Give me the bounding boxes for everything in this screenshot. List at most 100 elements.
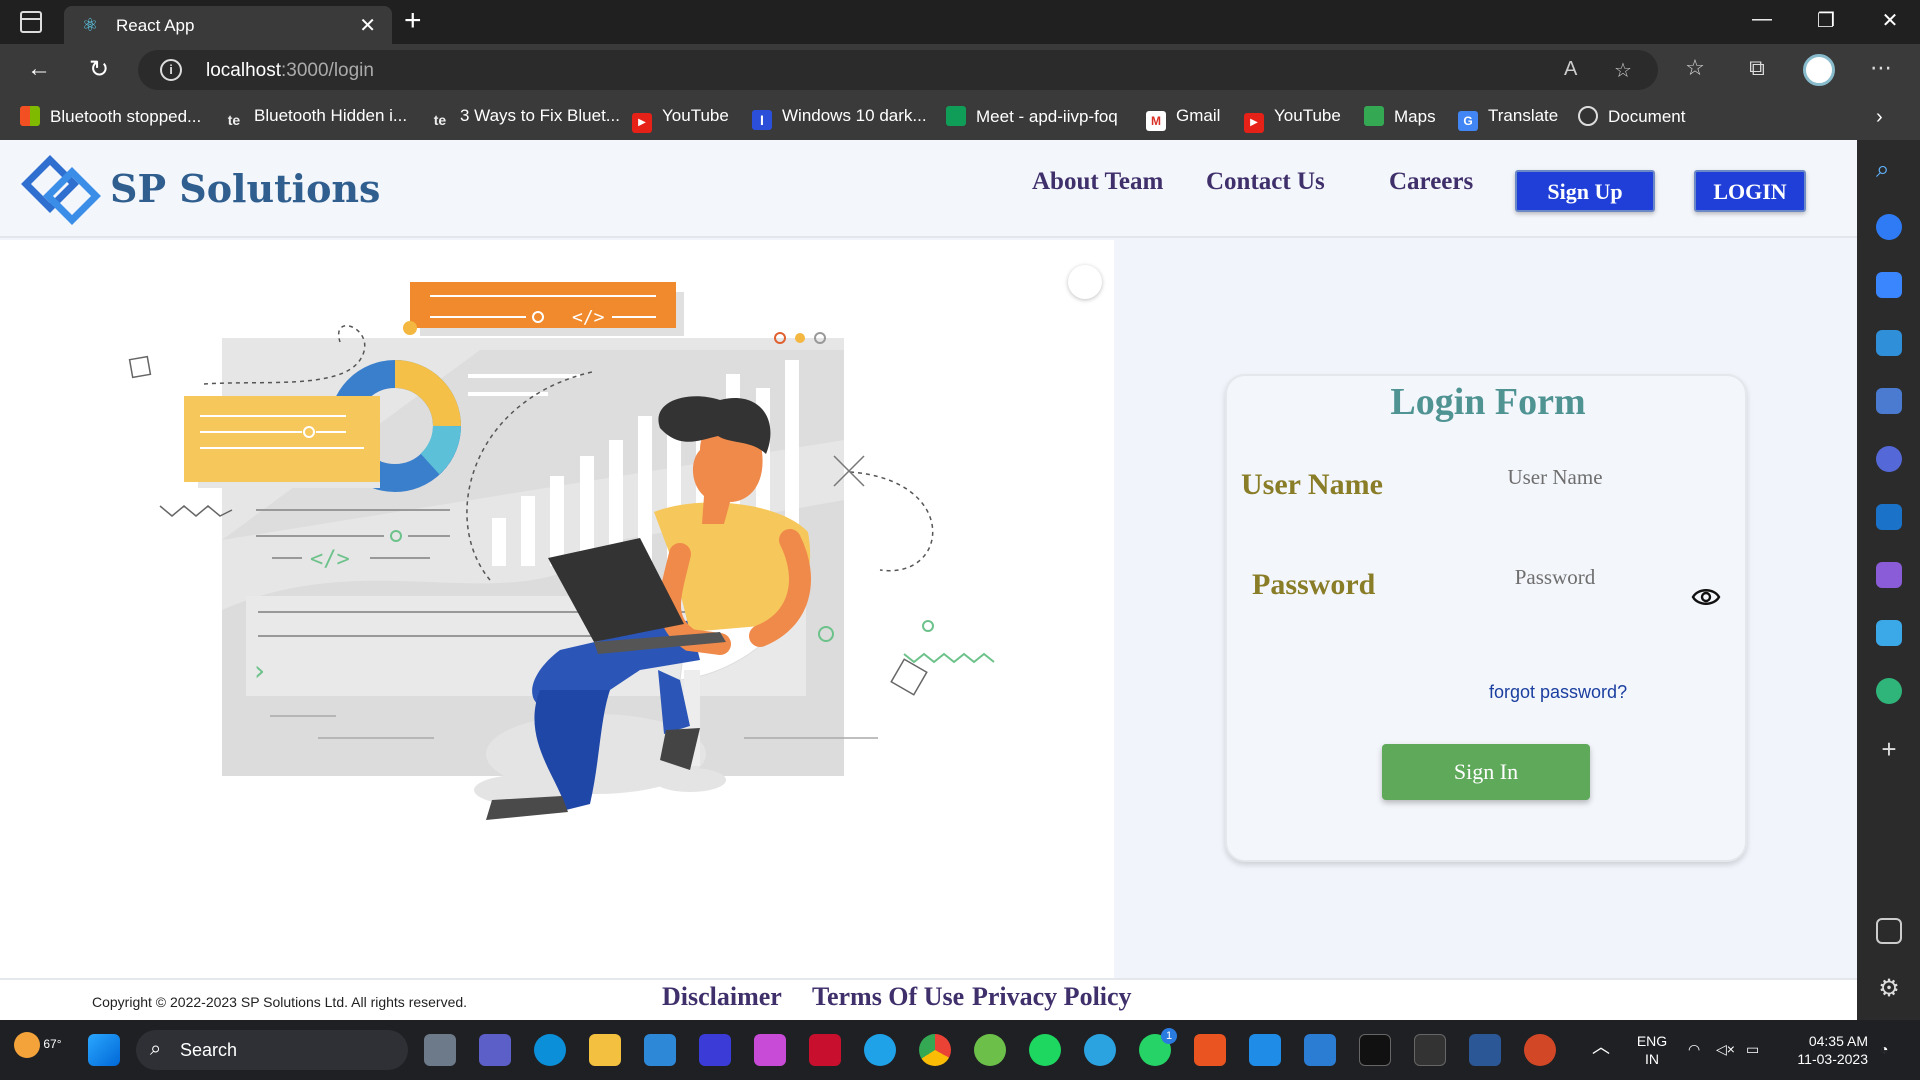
designer-icon[interactable]	[1876, 562, 1902, 588]
office-icon[interactable]	[1876, 446, 1902, 472]
add-favorite-icon[interactable]: ☆	[1614, 58, 1632, 83]
chevron-right-icon[interactable]: ›	[1876, 106, 1883, 129]
new-tab-icon[interactable]: +	[404, 6, 422, 36]
url-text[interactable]: localhost:3000/login	[206, 60, 374, 82]
bookmark-item[interactable]: ▶ YouTube	[632, 106, 729, 133]
temperature: 67°	[43, 1037, 62, 1052]
copyright-text: Copyright © 2022-2023 SP Solutions Ltd. …	[92, 994, 468, 1010]
back-icon[interactable]: ←	[22, 55, 56, 83]
add-icon[interactable]: +	[1876, 736, 1902, 762]
bookmark-item[interactable]: Bluetooth stopped...	[20, 106, 201, 127]
browser-tab[interactable]: ⚛ React App ✕	[64, 6, 392, 44]
bookmark-item[interactable]: M Gmail	[1146, 106, 1220, 131]
notification-icon[interactable]: ◔	[1880, 1040, 1888, 1058]
outlook-icon[interactable]	[1876, 504, 1902, 530]
volume-icon[interactable]: ◁×	[1716, 1040, 1735, 1058]
address-bar[interactable]: i localhost:3000/login A ☆	[138, 50, 1658, 90]
store-icon[interactable]	[644, 1034, 676, 1066]
bookmark-item[interactable]: I Windows 10 dark...	[752, 106, 927, 130]
web-page: SP Solutions About Team Contact Us Caree…	[0, 140, 1857, 1020]
favorites-icon[interactable]: ☆	[1678, 55, 1712, 81]
footer-terms-link[interactable]: Terms Of Use	[812, 982, 964, 1012]
svg-text:</>: </>	[572, 307, 605, 328]
nav-contact-us[interactable]: Contact Us	[1206, 168, 1325, 196]
sign-in-button[interactable]: Sign In	[1382, 744, 1590, 800]
close-tab-icon[interactable]: ✕	[359, 13, 376, 38]
footer-disclaimer-link[interactable]: Disclaimer	[662, 982, 782, 1012]
teams-icon[interactable]	[479, 1034, 511, 1066]
telegram-icon[interactable]	[1084, 1034, 1116, 1066]
brand-name[interactable]: SP Solutions	[110, 166, 380, 211]
file-explorer-icon[interactable]	[589, 1034, 621, 1066]
nav-careers[interactable]: Careers	[1389, 168, 1473, 196]
show-password-eye-icon[interactable]	[1691, 582, 1721, 612]
bookmark-item[interactable]: G Translate	[1458, 106, 1558, 131]
password-input[interactable]	[1435, 556, 1675, 598]
app-icon[interactable]	[699, 1034, 731, 1066]
settings-icon[interactable]: ⚙	[1876, 976, 1902, 1002]
language-code: ENG	[1636, 1033, 1668, 1049]
spotify-icon[interactable]	[1029, 1034, 1061, 1066]
collections-icon[interactable]: ⧉	[1740, 55, 1774, 81]
tab-actions-icon[interactable]	[20, 11, 42, 33]
visual-search-icon[interactable]	[1068, 265, 1102, 299]
meet-icon	[946, 106, 966, 126]
spring-icon[interactable]	[974, 1034, 1006, 1066]
vscode-icon[interactable]	[1304, 1034, 1336, 1066]
whatsapp-icon[interactable]: 1	[1139, 1028, 1177, 1066]
start-icon[interactable]	[88, 1034, 120, 1066]
close-window-icon[interactable]: ✕	[1870, 8, 1910, 33]
taskbar-search[interactable]: ⌕ Search	[136, 1030, 408, 1070]
language-indicator[interactable]: ENG IN	[1632, 1032, 1672, 1068]
bing-icon[interactable]	[1876, 214, 1902, 240]
search-icon[interactable]: ⌕	[1876, 156, 1902, 183]
bookmark-item[interactable]: te 3 Ways to Fix Bluet...	[430, 106, 620, 130]
site-info-icon[interactable]: i	[160, 59, 182, 81]
username-label: User Name	[1241, 468, 1383, 501]
restore-icon[interactable]: ❐	[1806, 8, 1846, 33]
bookmark-item[interactable]: ▶ YouTube	[1244, 106, 1341, 133]
app-icon[interactable]	[754, 1034, 786, 1066]
bing-icon[interactable]	[1249, 1034, 1281, 1066]
forgot-password-link[interactable]: forgot password?	[1489, 682, 1627, 703]
browser-titlebar: ⚛ React App ✕ + — ❐ ✕	[0, 0, 1920, 44]
te-icon: te	[227, 112, 241, 128]
nav-about-team[interactable]: About Team	[1032, 168, 1163, 196]
send-icon[interactable]	[1876, 620, 1902, 646]
more-icon[interactable]: ⋯	[1864, 55, 1898, 81]
powerpoint-icon[interactable]	[1524, 1034, 1556, 1066]
sign-up-button[interactable]: Sign Up	[1515, 170, 1655, 212]
read-aloud-icon[interactable]: A	[1564, 58, 1577, 81]
minimize-icon[interactable]: —	[1742, 8, 1782, 31]
bookmark-item[interactable]: te Bluetooth Hidden i...	[224, 106, 407, 130]
bookmark-item[interactable]: Meet - apd-iivp-foq	[946, 106, 1118, 127]
refresh-icon[interactable]: ↻	[82, 55, 116, 84]
terminal-icon[interactable]	[1359, 1034, 1391, 1066]
login-button[interactable]: LOGIN	[1694, 170, 1806, 212]
youtube-icon: ▶	[632, 113, 652, 133]
profile-avatar[interactable]	[1803, 54, 1835, 86]
brand-logo-icon[interactable]	[20, 154, 104, 226]
battery-icon[interactable]: ▭	[1746, 1040, 1759, 1058]
footer-privacy-link[interactable]: Privacy Policy	[972, 982, 1132, 1012]
edge-icon[interactable]	[864, 1034, 896, 1066]
mysql-icon[interactable]	[1414, 1034, 1446, 1066]
clock[interactable]: 04:35 AM 11-03-2023	[1778, 1032, 1868, 1068]
wifi-icon[interactable]: ◠	[1688, 1040, 1700, 1058]
bookmark-item[interactable]: Document	[1578, 106, 1685, 127]
chevron-up-icon[interactable]: ︿	[1592, 1038, 1610, 1056]
games-icon[interactable]	[1876, 388, 1902, 414]
tree-icon[interactable]	[1876, 678, 1902, 704]
mcafee-icon[interactable]	[809, 1034, 841, 1066]
shopping-icon[interactable]	[1876, 272, 1902, 298]
hide-sidebar-icon[interactable]	[1876, 918, 1902, 944]
weather-widget[interactable]: 67°	[14, 1032, 62, 1058]
tools-icon[interactable]	[1876, 330, 1902, 356]
task-view-icon[interactable]	[424, 1034, 456, 1066]
skype-icon[interactable]	[534, 1034, 566, 1066]
chrome-icon[interactable]	[919, 1034, 951, 1066]
word-icon[interactable]	[1469, 1034, 1501, 1066]
bookmark-item[interactable]: Maps	[1364, 106, 1436, 127]
ubuntu-icon[interactable]	[1194, 1034, 1226, 1066]
username-input[interactable]	[1435, 456, 1675, 498]
